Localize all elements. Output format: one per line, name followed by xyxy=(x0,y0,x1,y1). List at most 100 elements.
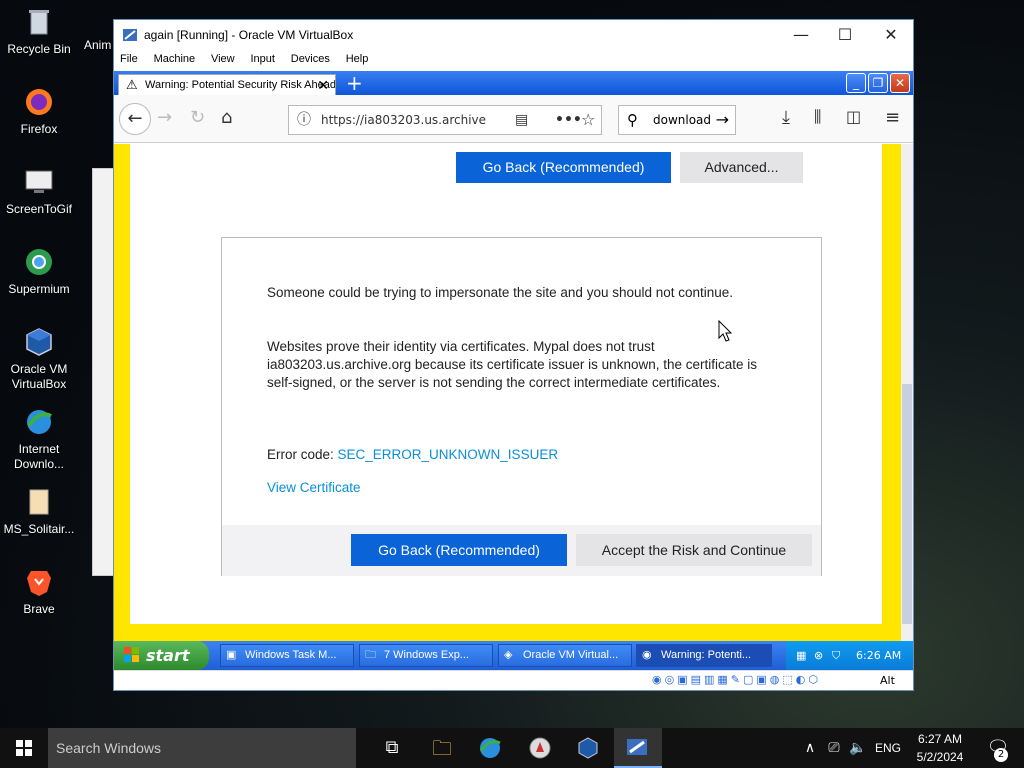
taskbar-search-input[interactable]: Search Windows xyxy=(48,728,356,768)
advanced-panel: Someone could be trying to impersonate t… xyxy=(221,237,822,576)
task-view-icon[interactable]: ⧉ xyxy=(368,728,416,768)
folder-icon: 🗀 xyxy=(365,649,376,661)
sidebar-icon[interactable]: ◫ xyxy=(846,107,861,126)
network-icon[interactable]: ▦ xyxy=(796,641,806,670)
page-scrollbar[interactable] xyxy=(901,144,913,641)
menu-view[interactable]: View xyxy=(205,51,241,67)
go-back-button[interactable]: Go Back (Recommended) xyxy=(351,534,567,566)
back-icon[interactable]: ← xyxy=(119,103,151,135)
impersonation-warning: Someone could be trying to impersonate t… xyxy=(267,285,734,300)
desktop-icon-ms-solitaire[interactable]: MS_Solitair... xyxy=(2,486,76,537)
show-hidden-icons-icon[interactable]: ∧ xyxy=(798,728,822,768)
download-icon[interactable]: ⤓ xyxy=(782,107,790,128)
tab-close-icon[interactable]: ✕ xyxy=(317,75,329,95)
language-indicator[interactable]: ENG xyxy=(872,728,904,768)
brave-icon xyxy=(23,566,55,598)
search-go-icon[interactable]: → xyxy=(716,106,729,134)
close-icon[interactable]: ✕ xyxy=(881,25,901,45)
minimize-icon[interactable]: — xyxy=(791,25,811,45)
desktop-icon-supermium[interactable]: Supermium xyxy=(2,246,76,297)
virtualbox-app-icon xyxy=(122,27,138,46)
scrollbar-thumb[interactable] xyxy=(902,384,912,624)
network-tray-icon[interactable]: ⎚ xyxy=(822,728,846,768)
page-viewport: Go Back (Recommended) Advanced... Someon… xyxy=(114,144,901,641)
xp-clock: 6:26 AM xyxy=(856,649,902,662)
host-key-label: Alt xyxy=(880,674,895,687)
xp-task-item-virtualbox[interactable]: ◈ Oracle VM Virtual... xyxy=(498,644,632,667)
certificate-explanation: Websites prove their identity via certif… xyxy=(267,339,758,390)
view-certificate-link[interactable]: View Certificate xyxy=(267,480,361,495)
xp-minimize-icon[interactable]: _ xyxy=(846,73,866,93)
menu-hamburger-icon[interactable]: ≡ xyxy=(885,107,900,128)
maximize-icon[interactable]: ☐ xyxy=(835,25,855,45)
idm-taskbar-icon[interactable] xyxy=(466,728,514,768)
menu-devices[interactable]: Devices xyxy=(285,51,336,67)
browser-icon: ◉ xyxy=(642,649,652,661)
advanced-panel-footer: Go Back (Recommended) Accept the Risk an… xyxy=(222,525,821,576)
tab-security-warning[interactable]: ⚠ Warning: Potential Security Risk Ahead… xyxy=(118,74,336,95)
virtualbox-icon xyxy=(23,326,55,358)
menu-help[interactable]: Help xyxy=(340,51,375,67)
xp-task-item-task-manager[interactable]: ▣ Windows Task M... xyxy=(220,644,354,667)
menu-machine[interactable]: Machine xyxy=(148,51,202,67)
desktop-icon-recycle-bin[interactable]: Recycle Bin xyxy=(2,6,76,57)
desktop-icon-idm[interactable]: Internet Downlo... xyxy=(2,406,76,472)
file-explorer-icon[interactable]: 🗀 xyxy=(418,728,466,768)
notification-count-badge: 2 xyxy=(994,748,1008,762)
desktop-icon-screentogif[interactable]: ScreenToGif xyxy=(2,166,76,217)
desktop-icon-firefox[interactable]: Firefox xyxy=(2,86,76,137)
guest-screen: ⚠ Warning: Potential Security Risk Ahead… xyxy=(114,71,913,690)
desktop-icon-brave[interactable]: Brave xyxy=(2,566,76,617)
internet-download-manager-icon xyxy=(23,406,55,438)
accept-risk-button[interactable]: Accept the Risk and Continue xyxy=(576,534,812,566)
compass-app-icon[interactable] xyxy=(516,728,564,768)
error-code-link[interactable]: SEC_ERROR_UNKNOWN_ISSUER xyxy=(338,447,559,462)
search-bar[interactable]: ⚲ download → xyxy=(618,105,736,135)
vm-window-taskbar-icon[interactable] xyxy=(614,728,662,768)
xp-system-tray: ▦ ⊗ ⛉ 6:26 AM xyxy=(786,641,913,670)
error-code-line: Error code: SEC_ERROR_UNKNOWN_ISSUER xyxy=(267,447,559,462)
menu-file[interactable]: File xyxy=(114,51,144,67)
xp-task-item-explorer[interactable]: 🗀 7 Windows Exp... xyxy=(359,644,493,667)
library-icon[interactable]: ⫼ xyxy=(814,107,821,127)
search-icon: ⚲ xyxy=(627,111,638,129)
host-clock[interactable]: 6:27 AM 5/2/2024 xyxy=(905,730,975,766)
search-text: download xyxy=(653,113,712,127)
home-icon[interactable]: ⌂ xyxy=(221,107,232,128)
desktop-icon-virtualbox[interactable]: Oracle VM VirtualBox xyxy=(2,326,76,392)
windows-start-button[interactable] xyxy=(0,728,48,768)
shield-icon[interactable]: ⛉ xyxy=(832,641,840,670)
background-window[interactable] xyxy=(92,168,114,576)
firefox-icon xyxy=(23,86,55,118)
advanced-button[interactable]: Advanced... xyxy=(680,152,803,183)
virtualbox-taskbar-icon[interactable] xyxy=(564,728,612,768)
windows-flag-icon xyxy=(124,647,140,666)
security-alert-icon[interactable]: ⊗ xyxy=(814,641,823,670)
virtualbox-icon: ◈ xyxy=(504,649,513,661)
virtualbox-titlebar[interactable]: again [Running] - Oracle VM VirtualBox —… xyxy=(114,20,913,51)
menu-input[interactable]: Input xyxy=(244,51,280,67)
task-manager-icon: ▣ xyxy=(226,649,237,661)
window-title: again [Running] - Oracle VM VirtualBox xyxy=(144,28,354,42)
xp-taskbar: start ▣ Windows Task M... 🗀 7 Windows Exp.… xyxy=(114,641,913,670)
virtualbox-statusbar: ◉◎▣▤▥▦✎▢▣◍⬚◐⬡ Alt xyxy=(114,670,913,690)
bookmark-star-icon[interactable]: ☆ xyxy=(581,106,595,134)
new-tab-icon[interactable]: + xyxy=(346,71,363,95)
volume-muted-icon[interactable]: 🔈 xyxy=(846,728,870,768)
page-actions-icon[interactable]: ••• xyxy=(555,106,582,134)
host-taskbar: Search Windows ⧉ 🗀 ∧ ⎚ 🔈 ENG 6:27 AM 5/2… xyxy=(0,728,1024,768)
go-back-top-button[interactable]: Go Back (Recommended) xyxy=(456,152,671,183)
virtualbox-menubar: File Machine View Input Devices Help xyxy=(114,51,913,71)
xp-restore-icon[interactable]: ❐ xyxy=(868,73,888,93)
reader-view-icon[interactable]: ▤ xyxy=(515,106,528,134)
supermium-icon xyxy=(23,246,55,278)
windows-logo-icon xyxy=(16,740,32,756)
info-icon: ⓘ xyxy=(297,112,311,128)
url-bar[interactable]: ⓘ https://ia803203.us.archive ▤ ••• ☆ xyxy=(288,105,602,135)
screentogif-icon xyxy=(23,166,55,198)
device-status-icons[interactable]: ◉◎▣▤▥▦✎▢▣◍⬚◐⬡ xyxy=(652,673,821,686)
forward-icon[interactable]: → xyxy=(157,107,172,128)
reload-icon[interactable]: ↻ xyxy=(190,107,205,128)
xp-close-icon[interactable]: ✕ xyxy=(890,73,910,93)
xp-task-item-browser[interactable]: ◉ Warning: Potenti... xyxy=(636,644,772,667)
